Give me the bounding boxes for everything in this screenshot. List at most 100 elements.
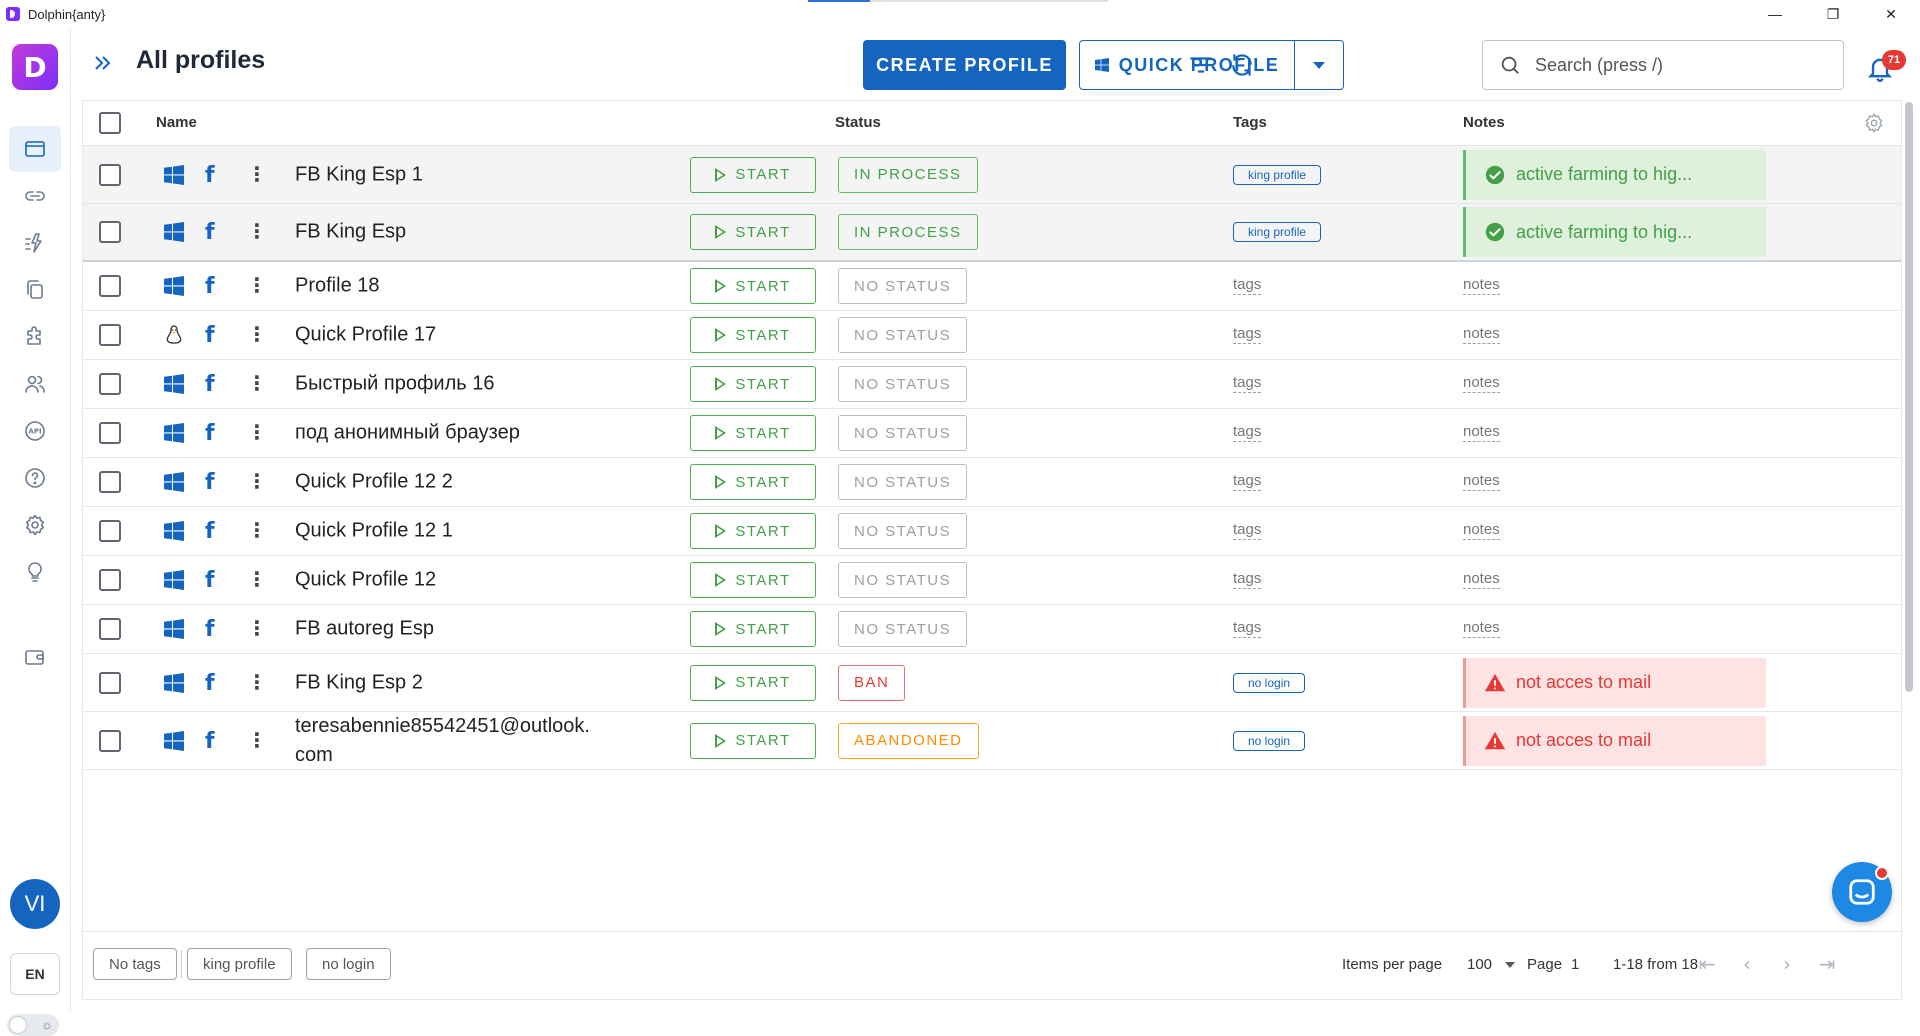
- search-field[interactable]: [1482, 40, 1844, 90]
- table-row[interactable]: f ⋮ FB autoreg Esp START NO STATUS tags notes: [83, 605, 1901, 654]
- column-header-notes[interactable]: Notes: [1463, 114, 1505, 131]
- more-options-icon[interactable]: ⋮: [247, 372, 267, 396]
- note-card[interactable]: active farming to hig...: [1463, 149, 1766, 200]
- table-row[interactable]: f ⋮ Profile 18 START NO STATUS tags notes: [83, 262, 1901, 311]
- status-badge[interactable]: NO STATUS: [838, 513, 968, 549]
- start-button[interactable]: START: [690, 317, 816, 353]
- start-button[interactable]: START: [690, 268, 816, 304]
- expand-sidebar-button[interactable]: [88, 48, 118, 78]
- status-badge[interactable]: NO STATUS: [838, 317, 968, 353]
- tag-chip[interactable]: king profile: [1233, 164, 1322, 185]
- row-checkbox[interactable]: [99, 729, 121, 752]
- status-badge[interactable]: ABANDONED: [838, 722, 979, 759]
- sidebar-item-wallet[interactable]: [9, 634, 61, 680]
- profile-name[interactable]: Profile 18: [295, 272, 595, 301]
- tag-chip[interactable]: no login: [1233, 672, 1306, 693]
- note-card[interactable]: active farming to hig...: [1463, 207, 1766, 257]
- add-notes-link[interactable]: notes: [1463, 521, 1500, 540]
- start-button[interactable]: START: [690, 611, 816, 647]
- search-input[interactable]: [1533, 53, 1827, 77]
- add-tags-link[interactable]: tags: [1233, 374, 1262, 393]
- profile-name[interactable]: Quick Profile 17: [295, 321, 595, 350]
- sidebar-item-settings[interactable]: [9, 502, 61, 548]
- create-profile-button[interactable]: CREATE PROFILE: [863, 40, 1066, 90]
- profile-name[interactable]: teresabennie85542451@outlook.com: [295, 712, 595, 770]
- profile-name[interactable]: FB King Esp 2: [295, 668, 595, 697]
- sidebar-item-api[interactable]: API: [9, 408, 61, 454]
- start-button[interactable]: START: [690, 562, 816, 598]
- table-row[interactable]: f ⋮ Quick Profile 12 2 START NO STATUS tags no…: [83, 458, 1901, 507]
- add-notes-link[interactable]: notes: [1463, 423, 1500, 442]
- row-checkbox[interactable]: [99, 618, 121, 640]
- tag-filter-no-tags[interactable]: No tags: [93, 948, 177, 980]
- sidebar-item-automation[interactable]: [9, 220, 61, 266]
- start-button[interactable]: START: [690, 415, 816, 451]
- theme-toggle[interactable]: ☼: [7, 1014, 59, 1036]
- status-badge[interactable]: BAN: [838, 664, 906, 701]
- add-notes-link[interactable]: notes: [1463, 325, 1500, 344]
- start-button[interactable]: START: [690, 366, 816, 402]
- profile-name[interactable]: под анонимный браузер: [295, 419, 595, 448]
- select-all-checkbox[interactable]: [99, 112, 121, 134]
- note-card[interactable]: not acces to mail: [1463, 715, 1766, 766]
- add-tags-link[interactable]: tags: [1233, 472, 1262, 491]
- start-button[interactable]: START: [690, 722, 816, 759]
- table-row[interactable]: f ⋮ FB King Esp START IN PROCESS king profile…: [83, 204, 1901, 262]
- quick-profile-dropdown-button[interactable]: [1295, 41, 1343, 89]
- profile-name[interactable]: Quick Profile 12 1: [295, 517, 595, 546]
- profile-name[interactable]: FB autoreg Esp: [295, 615, 595, 644]
- row-checkbox[interactable]: [99, 275, 121, 297]
- more-options-icon[interactable]: ⋮: [247, 519, 267, 543]
- items-per-page-select[interactable]: 100: [1467, 956, 1492, 973]
- more-options-icon[interactable]: ⋮: [247, 274, 267, 298]
- profile-name[interactable]: FB King Esp 1: [295, 160, 595, 189]
- start-button[interactable]: START: [690, 664, 816, 701]
- row-checkbox[interactable]: [99, 221, 121, 243]
- more-options-icon[interactable]: ⋮: [247, 729, 267, 753]
- add-notes-link[interactable]: notes: [1463, 276, 1500, 295]
- profile-name[interactable]: FB King Esp: [295, 218, 595, 247]
- table-row[interactable]: f ⋮ FB King Esp 2 START BAN no login not acces…: [83, 654, 1901, 712]
- sidebar-item-proxies[interactable]: [9, 173, 61, 219]
- table-row[interactable]: f ⋮ Quick Profile 17 START NO STATUS tags note…: [83, 311, 1901, 360]
- profile-name[interactable]: Quick Profile 12: [295, 566, 595, 595]
- sidebar-item-copy[interactable]: [9, 267, 61, 313]
- app-logo[interactable]: D: [12, 44, 58, 90]
- row-checkbox[interactable]: [99, 324, 121, 346]
- add-tags-link[interactable]: tags: [1233, 570, 1262, 589]
- scrollbar-thumb[interactable]: [1905, 102, 1913, 692]
- start-button[interactable]: START: [690, 156, 816, 193]
- note-card[interactable]: not acces to mail: [1463, 657, 1766, 708]
- table-row[interactable]: f ⋮ Quick Profile 12 START NO STATUS tags note…: [83, 556, 1901, 605]
- status-badge[interactable]: NO STATUS: [838, 611, 968, 647]
- table-row[interactable]: f ⋮ Быстрый профиль 16 START NO STATUS tags no…: [83, 360, 1901, 409]
- add-tags-link[interactable]: tags: [1233, 423, 1262, 442]
- row-checkbox[interactable]: [99, 373, 121, 395]
- support-chat-button[interactable]: [1832, 862, 1892, 922]
- row-checkbox[interactable]: [99, 163, 121, 186]
- add-tags-link[interactable]: tags: [1233, 521, 1262, 540]
- more-options-icon[interactable]: ⋮: [247, 617, 267, 641]
- previous-page-icon[interactable]: ‹: [1735, 952, 1759, 976]
- table-scrollbar[interactable]: [1903, 100, 1915, 1000]
- table-row[interactable]: f ⋮ FB King Esp 1 START IN PROCESS king profi…: [83, 146, 1901, 204]
- language-switch[interactable]: EN: [10, 953, 60, 995]
- column-header-name[interactable]: Name: [156, 114, 197, 131]
- user-avatar[interactable]: VI: [10, 879, 60, 929]
- refresh-button[interactable]: [1223, 46, 1261, 84]
- tag-chip[interactable]: king profile: [1233, 222, 1322, 242]
- notifications-button[interactable]: 71: [1860, 44, 1906, 88]
- tag-chip[interactable]: no login: [1233, 730, 1306, 751]
- more-options-icon[interactable]: ⋮: [247, 163, 267, 187]
- status-badge[interactable]: NO STATUS: [838, 366, 968, 402]
- first-page-icon[interactable]: ⇤: [1695, 952, 1719, 976]
- add-tags-link[interactable]: tags: [1233, 619, 1262, 638]
- sidebar-item-ideas[interactable]: [9, 549, 61, 595]
- more-options-icon[interactable]: ⋮: [247, 421, 267, 445]
- status-badge[interactable]: NO STATUS: [838, 415, 968, 451]
- start-button[interactable]: START: [690, 464, 816, 500]
- column-header-status[interactable]: Status: [835, 114, 881, 131]
- add-notes-link[interactable]: notes: [1463, 570, 1500, 589]
- tag-filter-no-login[interactable]: no login: [306, 948, 391, 980]
- more-options-icon[interactable]: ⋮: [247, 220, 267, 244]
